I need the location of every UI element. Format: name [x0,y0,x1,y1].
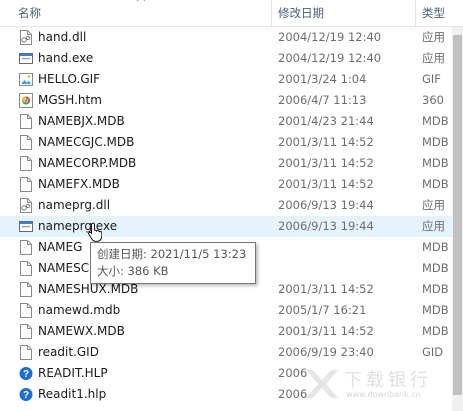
file-type: MDB [422,114,449,128]
file-row[interactable]: NAMEBJX.MDB 2001/4/23 21:44 MDB [0,111,463,132]
file-name: hand.dll [38,30,87,44]
file-date: 2001/4/23 21:44 [278,114,374,128]
file-name: NAMESC [38,261,90,275]
svg-text:?: ? [23,390,29,401]
file-row[interactable]: HELLO.GIF 2001/3/24 1:04 GIF [0,69,463,90]
svg-text:?: ? [23,369,29,380]
watermark-title: 下载银行 [344,370,432,391]
file-icon [20,282,32,297]
file-date: 2001/3/11 14:52 [278,324,374,338]
file-date: 2006/9/13 19:44 [278,219,374,233]
file-row[interactable]: readit.GID 2006/9/19 23:40 GID [0,342,463,363]
browser-icon [19,93,33,108]
file-name: NAMEG [38,240,83,254]
dll-icon [20,198,32,213]
watermark-url: www.downbank.cn [346,390,421,399]
file-name: readit.GID [38,345,99,359]
file-row-hovered[interactable]: nameprg.exe 2006/9/13 19:44 应用 [0,216,463,237]
file-row[interactable]: namewd.mdb 2005/1/7 16:21 MDB [0,300,463,321]
file-type: MDB [422,324,449,338]
file-icon [20,324,32,339]
file-type: MDB [422,240,449,254]
file-date: 2001/3/11 14:52 [278,156,374,170]
hand-pointer-icon [88,222,102,242]
file-name: NAMEWX.MDB [38,324,125,338]
column-date[interactable]: 修改日期 [271,0,415,27]
file-icon [20,114,32,129]
file-row[interactable]: NAMEWX.MDB 2001/3/11 14:52 MDB [0,321,463,342]
file-name: hand.exe [38,51,94,65]
column-header: 名称 修改日期 类型 [0,0,463,27]
file-date: 2006/4/7 11:13 [278,93,367,107]
file-row[interactable]: nameprg.dll 2006/9/13 19:44 应用 [0,195,463,216]
file-name: NAMEFX.MDB [38,177,120,191]
file-date: 2001/3/11 14:52 [278,177,374,191]
file-date: 2001/3/11 14:52 [278,135,374,149]
watermark-logo-icon [306,370,338,398]
file-type: 应用 [422,219,445,233]
file-icon [20,177,32,192]
file-date: 2004/12/19 12:40 [278,30,382,44]
file-name: MGSH.htm [38,93,102,107]
file-icon [20,345,32,360]
file-type: MDB [422,156,449,170]
column-type[interactable]: 类型 [415,0,463,27]
file-name: HELLO.GIF [38,72,101,86]
file-date: 2005/1/7 16:21 [278,303,367,317]
file-row[interactable]: NAMEFX.MDB 2001/3/11 14:52 MDB [0,174,463,195]
file-type: 360 [422,93,444,107]
file-row[interactable]: NAMECGJC.MDB 2001/3/11 14:52 MDB [0,132,463,153]
file-name: READIT.HLP [38,366,108,380]
column-name[interactable]: 名称 [0,0,271,27]
watermark: 下载银行 www.downbank.cn [300,362,460,408]
file-type: 应用 [422,51,445,65]
file-list: hand.dll 2004/12/19 12:40 应用 hand.exe 20… [0,27,463,411]
file-type: GID [422,345,444,359]
file-row[interactable]: hand.exe 2004/12/19 12:40 应用 [0,48,463,69]
file-name: NAMEBJX.MDB [38,114,125,128]
file-name: NAMECGJC.MDB [38,135,135,149]
file-date: 2001/3/24 1:04 [278,72,367,86]
file-info-tooltip: 创建日期: 2021/11/5 13:23 大小: 386 KB [90,242,256,284]
sort-ascending-icon [136,0,146,2]
file-type: 应用 [422,30,445,44]
vertical-scrollbar-thumb[interactable] [453,35,462,395]
file-name: Readit1.hlp [38,387,107,401]
image-icon [19,73,33,86]
file-date: 2004/12/19 12:40 [278,51,382,65]
file-type: MDB [422,135,449,149]
file-date: 2006/9/13 19:44 [278,198,374,212]
file-type: MDB [422,177,449,191]
file-name: nameprg.dll [38,198,111,212]
tooltip-created-date: 创建日期: 2021/11/5 13:23 [97,247,247,261]
file-row[interactable]: MGSH.htm 2006/4/7 11:13 360 [0,90,463,111]
file-type: MDB [422,303,449,317]
file-icon [20,261,32,276]
file-name: namewd.mdb [38,303,121,317]
file-name: nameprg.exe [38,219,118,233]
file-icon [20,135,32,150]
exe-icon [19,53,33,64]
file-date: 2006/9/19 23:40 [278,345,374,359]
file-type: MDB [422,282,449,296]
file-date: 2001/3/11 14:52 [278,282,374,296]
file-row[interactable]: hand.dll 2004/12/19 12:40 应用 [0,27,463,48]
help-icon: ? [19,388,33,401]
file-type: 应用 [422,198,445,212]
file-icon [20,240,32,255]
help-icon: ? [19,367,33,380]
file-icon [20,303,32,318]
file-row[interactable]: NAMECORP.MDB 2001/3/11 14:52 MDB [0,153,463,174]
tooltip-file-size: 大小: 386 KB [97,264,169,278]
file-icon [20,156,32,171]
exe-icon [19,221,33,232]
dll-icon [20,30,32,45]
file-type: GIF [422,72,441,86]
file-type: MDB [422,261,449,275]
file-name: NAMECORP.MDB [38,156,137,170]
